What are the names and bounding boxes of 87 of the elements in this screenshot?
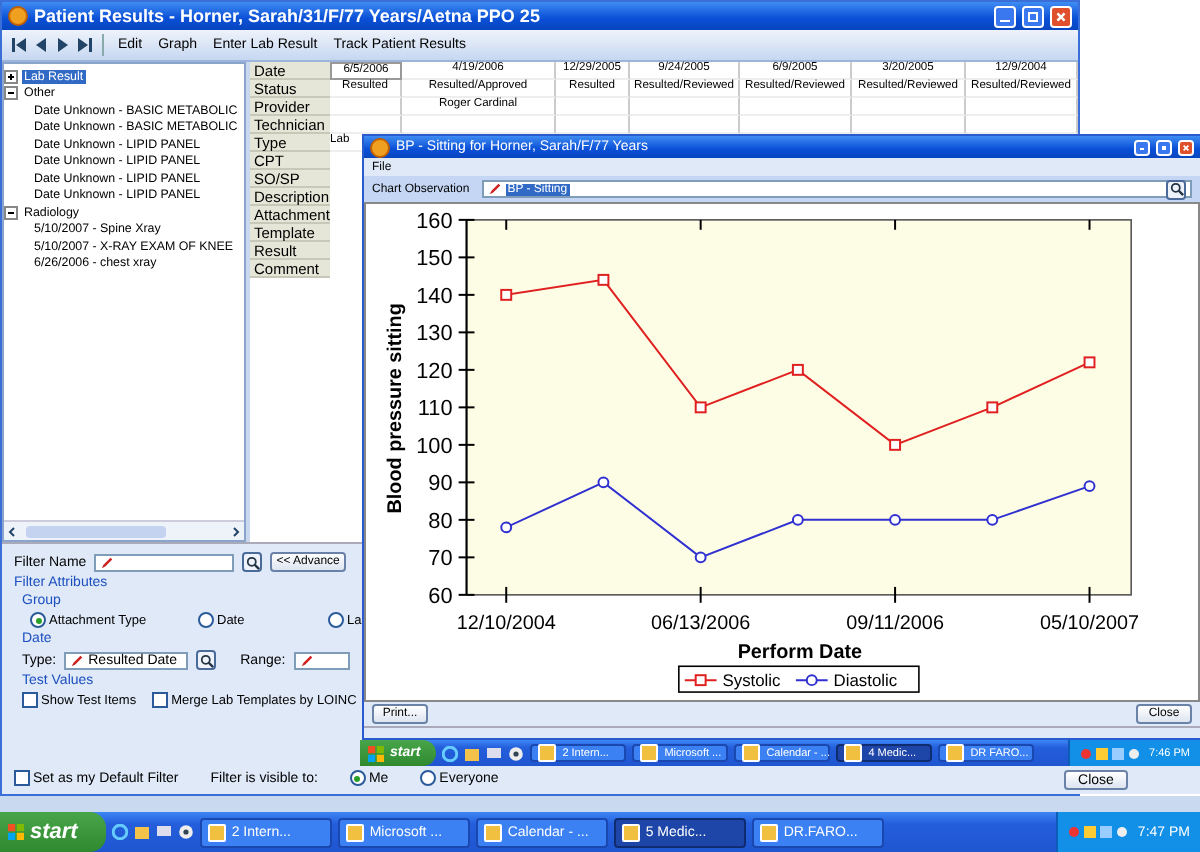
minimize-icon[interactable] (1134, 139, 1150, 155)
radio-button[interactable] (420, 770, 437, 786)
tick-label: 60 (428, 584, 453, 609)
pencil-icon (487, 182, 502, 196)
tick-label: 120 (416, 359, 453, 384)
legend-label: Systolic (722, 670, 781, 691)
data-point (889, 513, 902, 526)
axis-title: Blood pressure sitting (385, 303, 408, 514)
next-record-icon[interactable] (54, 36, 72, 54)
media-icon[interactable] (508, 745, 525, 761)
data-point (791, 513, 804, 526)
data-point (791, 363, 804, 376)
app-icon (8, 6, 28, 26)
previous-record-icon[interactable] (32, 36, 50, 54)
tick-label: 140 (416, 284, 453, 309)
media-icon[interactable] (177, 824, 194, 840)
radio-button[interactable] (198, 612, 214, 628)
maximize-icon[interactable] (1156, 139, 1172, 155)
expander-icon[interactable] (4, 205, 18, 220)
data-point (500, 521, 513, 534)
folder-icon[interactable] (133, 824, 150, 840)
scrollbar[interactable] (4, 520, 244, 540)
data-point (597, 273, 610, 286)
folder-icon[interactable] (464, 745, 481, 761)
data-point (694, 401, 707, 414)
search-button[interactable] (196, 650, 217, 670)
tick-label: 90 (428, 472, 453, 497)
table-cell (556, 98, 630, 116)
data-point (986, 513, 999, 526)
tick-label: 150 (416, 247, 453, 272)
maximize-icon[interactable] (1022, 5, 1044, 27)
tick-label: 12/10/2004 (456, 612, 556, 635)
start-button[interactable]: start (0, 812, 106, 852)
radio-button[interactable] (328, 612, 344, 628)
browser-icon[interactable] (111, 824, 128, 840)
scroll-thumb[interactable] (26, 525, 166, 537)
tick-label: 70 (428, 547, 453, 572)
tick-label: 06/13/2006 (651, 612, 751, 635)
expander-icon[interactable] (4, 86, 18, 101)
data-point (694, 551, 707, 564)
close-icon[interactable] (1178, 139, 1194, 155)
search-button[interactable] (242, 552, 263, 572)
tick-label: 80 (428, 509, 453, 534)
data-point (889, 438, 902, 451)
windows-logo-icon (8, 824, 24, 840)
table-cell (852, 98, 966, 116)
expander-icon[interactable] (4, 69, 18, 84)
first-record-icon[interactable] (10, 36, 28, 54)
data-point (1083, 356, 1096, 369)
checkbox[interactable] (14, 770, 30, 786)
table-cell (630, 98, 740, 116)
radio-button[interactable] (30, 612, 46, 628)
pencil-icon (100, 555, 115, 569)
tick-label: 09/11/2006 (846, 612, 944, 635)
data-point (597, 476, 610, 489)
last-record-icon[interactable] (76, 36, 94, 54)
pencil-icon (70, 653, 85, 667)
legend-marker (794, 674, 829, 687)
tick-label: 100 (416, 434, 453, 459)
browser-icon[interactable] (442, 745, 459, 761)
tick-label: 130 (416, 322, 453, 347)
data-point (1083, 480, 1096, 493)
search-button[interactable] (1166, 179, 1186, 199)
minimize-icon[interactable] (994, 5, 1016, 27)
radio-button[interactable] (349, 770, 366, 786)
tick-label: 160 (416, 209, 453, 234)
tick-label: 110 (417, 397, 453, 422)
legend-label: Diastolic (833, 670, 898, 691)
checkbox[interactable] (152, 692, 169, 708)
data-point (986, 401, 999, 414)
windows-logo-icon (368, 745, 384, 761)
window-title: Patient Results - Horner, Sarah/31/F/77 Years/Aetna PPO 25 (34, 6, 542, 26)
close-icon[interactable] (1050, 5, 1072, 27)
desktop-icon[interactable] (486, 745, 503, 761)
axis-title: Perform Date (737, 642, 863, 665)
table-cell (330, 98, 402, 116)
app-icon (370, 137, 390, 157)
pencil-icon (299, 653, 314, 667)
checkbox[interactable] (22, 692, 38, 708)
legend-marker (683, 674, 718, 687)
data-point (500, 288, 513, 301)
range-field[interactable] (293, 651, 350, 669)
tick-label: 05/10/2007 (1039, 612, 1140, 635)
table-cell (966, 98, 1078, 116)
filter-name-field[interactable] (94, 553, 235, 571)
table-cell (740, 98, 852, 116)
desktop-icon[interactable] (155, 824, 172, 840)
